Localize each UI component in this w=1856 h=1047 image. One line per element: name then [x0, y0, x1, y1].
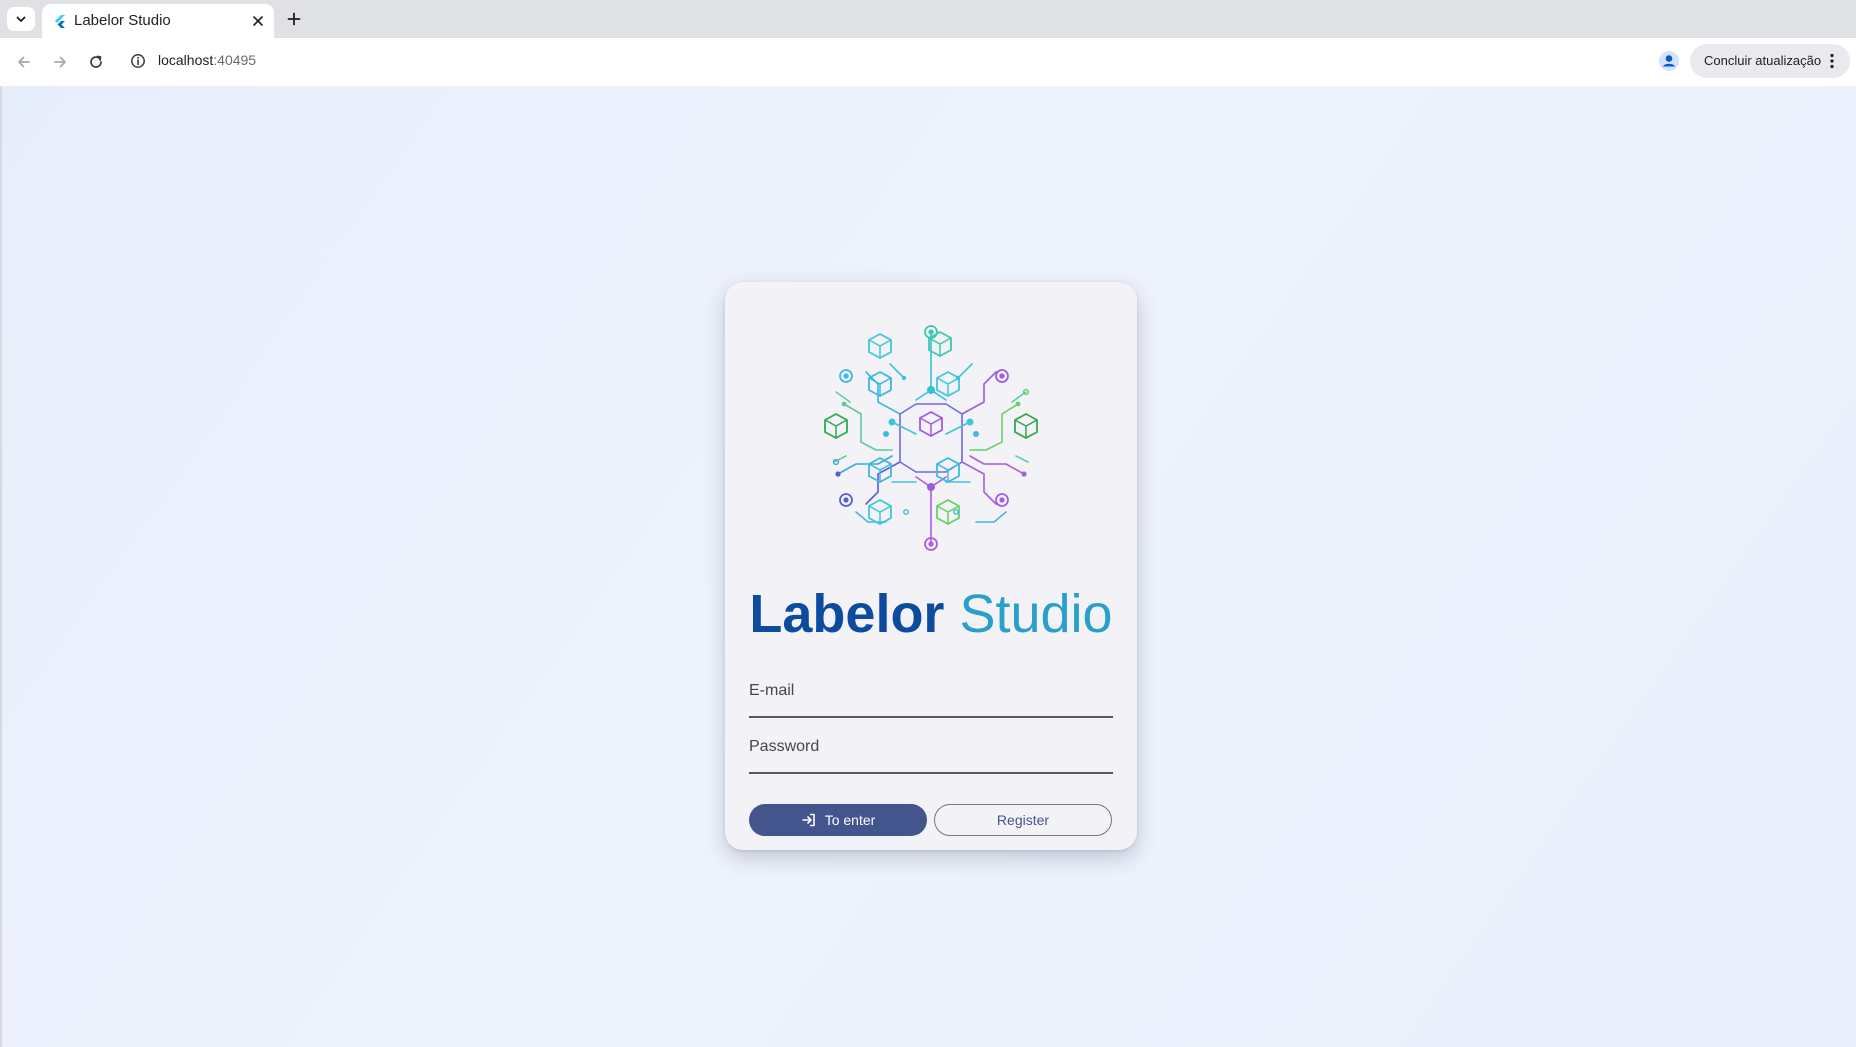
labelor-logo	[824, 325, 1038, 551]
browser-tab-strip: Labelor Studio	[0, 0, 1856, 38]
chevron-down-icon	[16, 16, 26, 22]
browser-menu-button[interactable]	[1822, 51, 1842, 71]
register-button-label: Register	[996, 812, 1050, 828]
update-label: Concluir atualização	[1704, 53, 1822, 68]
url-host: localhost	[158, 52, 214, 68]
browser-toolbar: localhost:40495 Concluir atualização	[0, 38, 1856, 87]
email-field[interactable]: E-mail	[749, 674, 1113, 718]
login-card: Labelor Studio E-mail Password To enter …	[725, 282, 1137, 850]
enter-button[interactable]: To enter	[749, 804, 927, 836]
new-tab-button[interactable]	[282, 7, 306, 31]
close-icon	[253, 16, 263, 26]
brand-title: Labelor Studio	[725, 582, 1137, 646]
password-input[interactable]	[749, 730, 1113, 772]
tab-list-button[interactable]	[7, 7, 35, 31]
tab-title: Labelor Studio	[74, 12, 171, 29]
url-text: localhost:40495	[158, 52, 256, 68]
brand-bold: Labelor	[749, 584, 945, 644]
brand-light: Studio	[959, 584, 1113, 644]
password-field[interactable]: Password	[749, 730, 1113, 774]
flutter-icon	[55, 15, 65, 28]
arrow-right-icon	[54, 56, 66, 68]
reload-icon	[90, 55, 102, 68]
reload-button[interactable]	[82, 48, 110, 76]
email-input[interactable]	[749, 674, 1113, 716]
page-viewport: Labelor Studio E-mail Password To enter …	[0, 86, 1856, 1047]
plus-icon	[287, 12, 301, 26]
enter-button-label: To enter	[824, 812, 876, 828]
register-button[interactable]: Register	[934, 804, 1112, 836]
profile-button[interactable]	[1654, 46, 1684, 76]
info-icon	[131, 54, 145, 68]
login-icon	[801, 813, 815, 827]
tab-close-button[interactable]	[248, 11, 268, 31]
back-button[interactable]	[10, 48, 38, 76]
address-bar[interactable]: localhost:40495	[120, 43, 1742, 79]
arrow-left-icon	[18, 56, 30, 68]
browser-tab[interactable]: Labelor Studio	[42, 4, 274, 38]
site-info-button[interactable]	[128, 51, 148, 71]
person-icon	[1659, 51, 1679, 71]
forward-button[interactable]	[46, 48, 74, 76]
url-port: :40495	[213, 52, 257, 68]
update-button[interactable]: Concluir atualização	[1690, 44, 1850, 78]
kebab-menu-icon	[1830, 53, 1834, 69]
